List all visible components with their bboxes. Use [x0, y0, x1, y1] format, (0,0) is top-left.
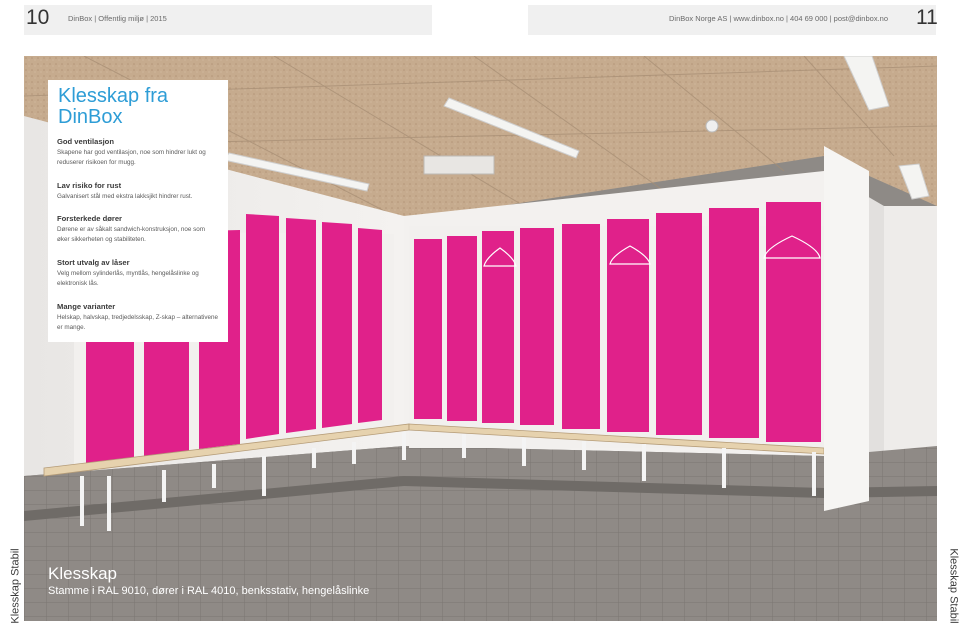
right-header-text: DinBox Norge AS | www.dinbox.no | 404 69…: [668, 14, 888, 23]
feature-infobox: Klesskap fra DinBox God ventilasjon Skap…: [48, 80, 228, 342]
feature-text: Galvanisert stål med ekstra lakksjikt hi…: [57, 193, 193, 200]
feature-text: Skapene har god ventilasjon, noe som hin…: [57, 149, 206, 166]
feature-heading: Stort utvalg av låser: [57, 258, 130, 267]
side-label-right: Klesskap Stabil: [947, 548, 960, 624]
feature-heading: God ventilasjon: [57, 137, 114, 146]
feature-heading: Mange varianter: [57, 302, 116, 311]
feature-heading: Lav risiko for rust: [57, 181, 122, 190]
infobox-title: Klesskap fra DinBox: [58, 85, 169, 128]
side-label-left: Klesskap Stabil: [9, 548, 22, 624]
left-page-number: 10: [26, 6, 50, 29]
feature-text: Velg mellom sylinderlås, myntlås, hengel…: [57, 270, 199, 287]
caption-subtitle: Stamme i RAL 9010, dører i RAL 4010, ben…: [48, 585, 370, 597]
feature-text: Dørene er av såkalt sandwich-konstruksjo…: [57, 226, 206, 243]
feature-heading: Forsterkede dører: [57, 214, 122, 223]
caption-title: Klesskap: [48, 564, 117, 583]
right-page-number: 11: [916, 6, 938, 29]
feature-text: Helskap, halvskap, tredjedelsskap, Z-ska…: [57, 314, 219, 331]
locker-row-back: [409, 202, 824, 448]
left-header-text: DinBox | Offentlig miljø | 2015: [68, 14, 167, 23]
